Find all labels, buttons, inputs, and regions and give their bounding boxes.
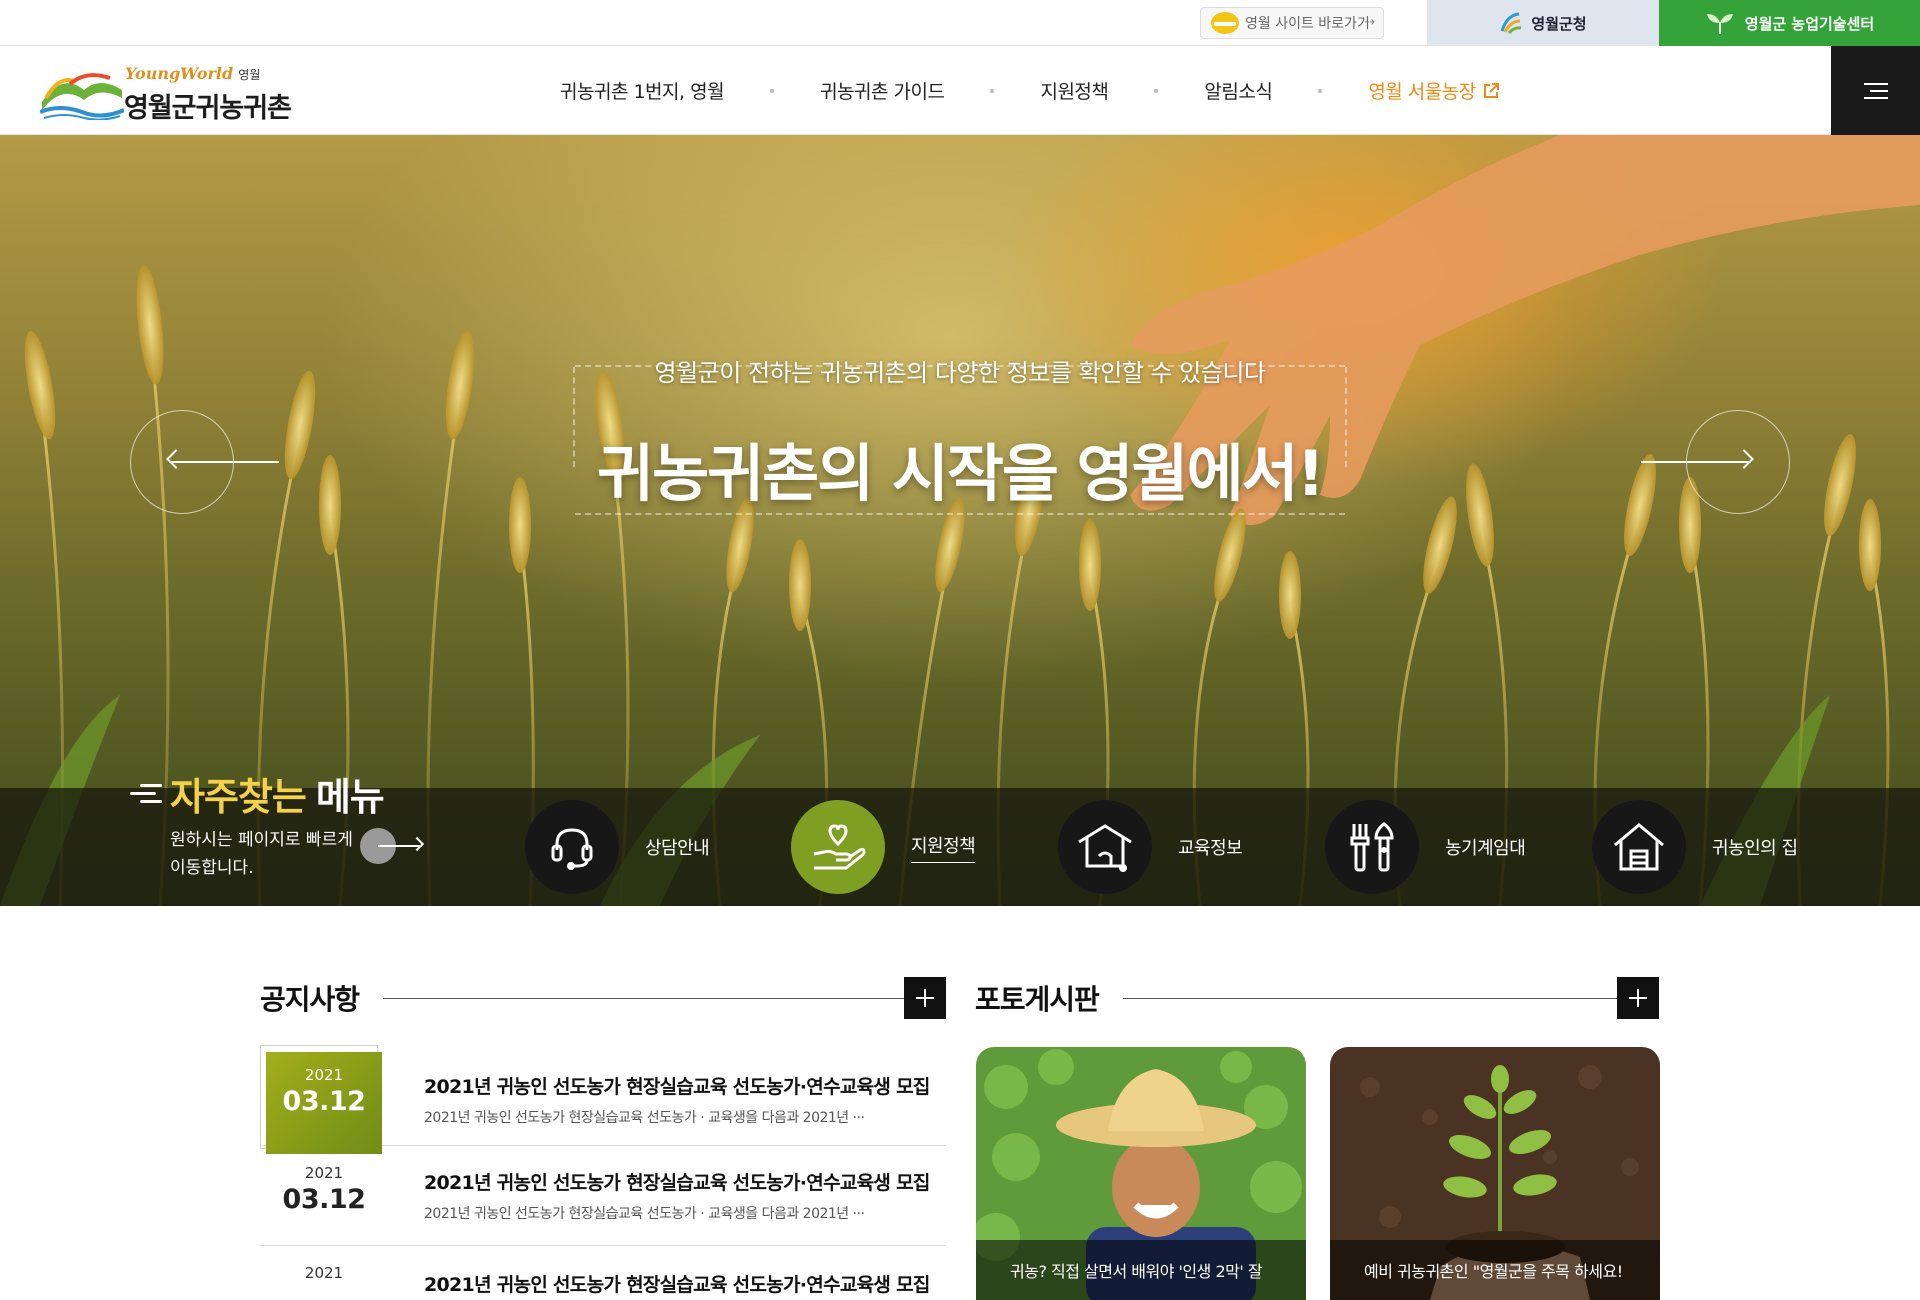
- notice-title[interactable]: 2021년 귀농인 선도농가 현장실습교육 선도농가·연수교육생 모집: [424, 1168, 930, 1195]
- hero-subtitle: 영월군이 전하는 귀농귀촌의 다양한 정보를 확인할 수 있습니다: [654, 359, 1266, 387]
- list-lines-icon: [130, 782, 162, 806]
- chevron-right-icon: ⇢: [1364, 15, 1375, 30]
- notice-title[interactable]: 2021년 귀농인 선도농가 현장실습교육 선도농가·연수교육생 모집: [424, 1072, 930, 1099]
- quick-item-label: 지원정책: [911, 832, 976, 863]
- nav-divider: [990, 88, 995, 93]
- yellow-hat-icon: [1211, 12, 1239, 34]
- notice-list: 2021 03.12 2021년 귀농인 선도농가 현장실습교육 선도농가·연수…: [260, 1045, 946, 1300]
- hero-title: 귀농귀촌의 시작을 영월에서!: [597, 437, 1325, 510]
- external-link-icon: [1483, 82, 1499, 98]
- logo-name: 영월군귀농귀촌: [124, 93, 292, 124]
- county-office-link[interactable]: 영월군청: [1427, 0, 1659, 46]
- notice-row[interactable]: 2021 03.12 2021년 귀농인 선도농가 현장실습교육 선도농가·연수…: [260, 1146, 946, 1246]
- notice-rule: [383, 997, 904, 999]
- logo-emblem-icon: [40, 73, 124, 120]
- arrow-right-head: [1734, 449, 1754, 469]
- nav-item-intro[interactable]: 귀농귀촌 1번지, 영월: [560, 77, 725, 104]
- site-logo[interactable]: YoungWorld 영월 영월군귀농귀촌: [40, 60, 300, 124]
- notice-row[interactable]: 2021 03.12 2021년 귀농인 선도농가 현장실습교육 선도농가·연수…: [260, 1045, 946, 1154]
- quick-item-label: 교육정보: [1178, 838, 1243, 859]
- arrow-right-icon: [1641, 461, 1751, 463]
- quick-menu-desc-line2: 이동합니다.: [170, 858, 254, 878]
- notice-excerpt: 2021년 귀농인 선도농가 현장실습교육 선도농가 · 교육생을 다음과 20…: [424, 1110, 865, 1126]
- hamburger-menu-button[interactable]: [1831, 46, 1920, 135]
- arrow-right-head: [409, 836, 425, 852]
- slider-next-button[interactable]: [1641, 410, 1790, 514]
- house-icon: [1592, 800, 1686, 894]
- photo-card[interactable]: 귀농? 직접 살면서 배워야 '인생 2막' 잘: [976, 1047, 1306, 1300]
- notice-date-badge: 2021 03.12: [266, 1052, 382, 1154]
- quick-item-label: 농기계임대: [1445, 838, 1526, 859]
- quick-item-education[interactable]: 교육정보: [1058, 800, 1243, 894]
- agri-center-label: 영월군 농업기술센터: [1744, 14, 1875, 33]
- hamburger-line: [1863, 82, 1888, 85]
- hamburger-line: [1863, 96, 1888, 99]
- quick-item-farmer-house[interactable]: 귀농인의 집: [1592, 800, 1798, 894]
- logo-tag-ko: 영월: [238, 68, 261, 82]
- photo-board-heading: 포토게시판: [975, 983, 1100, 1016]
- quick-item-label: 상담안내: [645, 838, 710, 859]
- photo-caption: 예비 귀농귀촌인 "영월군을 주목 하세요!: [1330, 1240, 1660, 1300]
- quick-menu-title: 자주찾는 메뉴: [130, 766, 385, 821]
- graduation-cap-icon: [1058, 800, 1152, 894]
- site-shortcut-select[interactable]: 영월 사이트 바로가기 ⇢: [1200, 7, 1384, 39]
- nav-divider: [770, 88, 775, 93]
- quick-item-label: 귀농인의 집: [1712, 838, 1798, 859]
- notice-row[interactable]: 2021 2021년 귀농인 선도농가 현장실습교육 선도농가·연수교육생 모집: [260, 1246, 946, 1300]
- arrow-left-icon: [169, 461, 279, 463]
- nav-item-seoul-farm-label: 영월 서울농장: [1368, 81, 1476, 103]
- sprout-icon: [1705, 11, 1735, 35]
- quick-menu-desc-line1: 원하시는 페이지로 빠르게: [170, 830, 353, 850]
- notice-date-badge: 2021: [266, 1250, 382, 1300]
- notice-date: 03.12: [282, 1086, 366, 1117]
- nav-divider: [1318, 88, 1323, 93]
- notice-header: 공지사항: [260, 977, 946, 1019]
- arrow-left-head: [166, 449, 186, 469]
- nav-item-guide[interactable]: 귀농귀촌 가이드: [820, 77, 945, 104]
- notice-more-button[interactable]: [904, 977, 946, 1019]
- notice-title[interactable]: 2021년 귀농인 선도농가 현장실습교육 선도농가·연수교육생 모집: [424, 1270, 930, 1297]
- notice-year: 2021: [304, 1164, 344, 1182]
- quick-item-machinery-rental[interactable]: 농기계임대: [1325, 800, 1526, 894]
- quick-menu-title-highlight: 자주찾는: [170, 775, 307, 819]
- nav-item-seoul-farm[interactable]: 영월 서울농장: [1368, 77, 1499, 104]
- quick-item-support-policy[interactable]: 지원정책: [791, 800, 976, 894]
- utility-bar: 영월 사이트 바로가기 ⇢ 영월군청 영월군 농업기술센터: [0, 0, 1920, 46]
- hero-banner: 영월군이 전하는 귀농귀촌의 다양한 정보를 확인할 수 있습니다 귀농귀촌의 …: [0, 135, 1920, 906]
- notice-year: 2021: [304, 1264, 344, 1282]
- nav-item-policy[interactable]: 지원정책: [1040, 77, 1108, 104]
- notice-date-badge: 2021 03.12: [266, 1150, 382, 1252]
- notice-date: 03.12: [282, 1184, 366, 1215]
- photo-caption: 귀농? 직접 살면서 배워야 '인생 2막' 잘: [976, 1240, 1306, 1300]
- logo-tagline: YoungWorld 영월: [125, 64, 260, 83]
- county-office-label: 영월군청: [1531, 14, 1587, 33]
- photo-board-list: 귀농? 직접 살면서 배워야 '인생 2막' 잘 예비 귀농귀촌인 "영월군을 …: [976, 1047, 1660, 1300]
- hand-heart-icon: [791, 800, 885, 894]
- hamburger-line: [1869, 89, 1888, 92]
- quick-menu-title-rest: 메뉴: [315, 775, 385, 819]
- notice-year: 2021: [304, 1066, 344, 1084]
- photo-board-header: 포토게시판: [975, 977, 1659, 1019]
- photo-board-more-button[interactable]: [1617, 977, 1659, 1019]
- main-nav: 귀농귀촌 1번지, 영월 귀농귀촌 가이드 지원정책 알림소식 영월 서울농장: [560, 46, 1500, 135]
- headset-icon: [525, 800, 619, 894]
- logo-tag-en: YoungWorld: [125, 64, 234, 83]
- farm-tools-icon: [1325, 800, 1419, 894]
- quick-menu: 자주찾는 메뉴 원하시는 페이지로 빠르게 이동합니다. 상담안내 지원정책 교…: [0, 775, 1920, 906]
- county-emblem-icon: [1499, 11, 1523, 35]
- quick-menu-desc: 원하시는 페이지로 빠르게 이동합니다.: [170, 826, 353, 882]
- agri-center-link[interactable]: 영월군 농업기술센터: [1659, 0, 1920, 46]
- photo-board-rule: [1122, 997, 1617, 999]
- nav-divider: [1154, 88, 1159, 93]
- site-shortcut-label: 영월 사이트 바로가기: [1245, 16, 1370, 32]
- notice-heading: 공지사항: [260, 983, 360, 1016]
- site-header: YoungWorld 영월 영월군귀농귀촌 귀농귀촌 1번지, 영월 귀농귀촌 …: [0, 46, 1920, 135]
- slider-prev-button[interactable]: [130, 410, 279, 514]
- nav-item-news[interactable]: 알림소식: [1204, 77, 1272, 104]
- quick-item-consulting[interactable]: 상담안내: [525, 800, 710, 894]
- notice-excerpt: 2021년 귀농인 선도농가 현장실습교육 선도농가 · 교육생을 다음과 20…: [424, 1206, 865, 1222]
- photo-card[interactable]: 예비 귀농귀촌인 "영월군을 주목 하세요!: [1330, 1047, 1660, 1300]
